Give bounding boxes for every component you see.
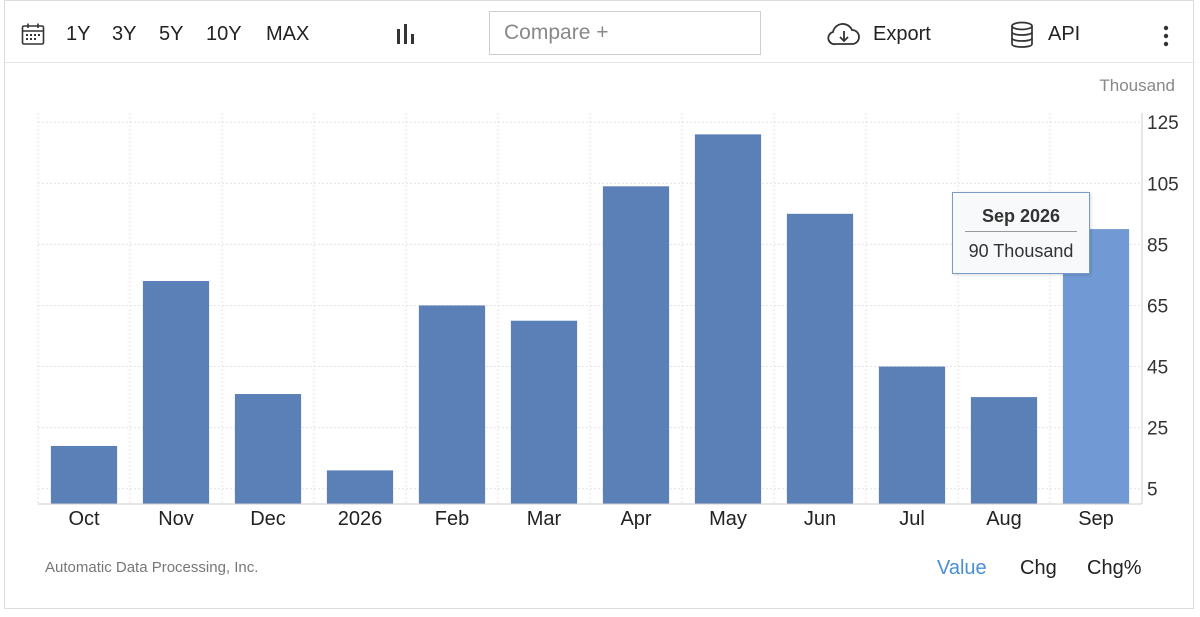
bar xyxy=(786,213,854,504)
tooltip: Sep 2026 90 Thousand xyxy=(952,192,1090,274)
x-tick-label: Mar xyxy=(527,508,562,530)
tooltip-divider xyxy=(965,231,1077,232)
bar xyxy=(694,134,762,504)
x-tick-label: Dec xyxy=(250,508,286,530)
bar xyxy=(970,397,1038,504)
range-1y-button[interactable]: 1Y xyxy=(66,23,90,46)
database-icon[interactable] xyxy=(1010,21,1034,54)
unit-label: Thousand xyxy=(1099,76,1175,95)
tooltip-value: 90 Thousand xyxy=(968,241,1074,261)
compare-field[interactable] xyxy=(489,11,761,55)
toolbar: 1Y 3Y 5Y 10Y MAX Export xyxy=(5,1,1195,63)
bar xyxy=(418,305,486,504)
bar xyxy=(602,186,670,504)
x-tick-label: Sep xyxy=(1078,508,1114,530)
x-tick-label: Feb xyxy=(435,508,469,530)
chart-widget: 1Y 3Y 5Y 10Y MAX Export xyxy=(4,0,1195,609)
range-5y-button[interactable]: 5Y xyxy=(159,23,183,46)
source-label: Automatic Data Processing, Inc. xyxy=(45,559,259,576)
y-tick-label: 65 xyxy=(1147,296,1168,317)
x-tick-label: Jul xyxy=(899,508,925,530)
tooltip-title: Sep 2026 xyxy=(981,206,1061,226)
y-tick-label: 5 xyxy=(1147,480,1158,501)
x-tick-label: 2026 xyxy=(338,508,383,530)
y-tick-label: 45 xyxy=(1147,358,1168,379)
x-tick-label: Jun xyxy=(804,508,836,530)
bar xyxy=(142,281,210,504)
tab-value[interactable]: Value xyxy=(937,557,987,580)
y-tick-label: 85 xyxy=(1147,235,1168,256)
tab-chg[interactable]: Chg xyxy=(1020,557,1057,580)
bar xyxy=(326,470,394,504)
compare-input[interactable] xyxy=(502,12,756,54)
cloud-download-icon[interactable] xyxy=(827,22,861,53)
x-tick-label: Nov xyxy=(158,508,194,530)
range-max-button[interactable]: MAX xyxy=(266,23,309,46)
more-options-icon[interactable] xyxy=(1162,25,1170,52)
y-tick-label: 125 xyxy=(1147,113,1179,134)
export-button[interactable]: Export xyxy=(873,23,931,46)
calendar-icon[interactable] xyxy=(21,22,45,51)
bar xyxy=(878,366,946,504)
bar xyxy=(50,445,118,504)
bar xyxy=(510,320,578,504)
bar xyxy=(234,394,302,504)
chart-type-icon[interactable] xyxy=(395,23,417,50)
x-tick-label: Aug xyxy=(986,508,1022,530)
y-tick-label: 25 xyxy=(1147,419,1168,440)
x-tick-label: Oct xyxy=(68,508,100,530)
tab-chg-percent[interactable]: Chg% xyxy=(1087,557,1141,580)
x-tick-label: May xyxy=(709,508,747,530)
api-button[interactable]: API xyxy=(1048,23,1080,46)
y-tick-label: 105 xyxy=(1147,174,1179,195)
bar-chart: Thousand 5 25 45 65 85 105 125 Oct Nov Dec 2026 Feb M… xyxy=(37,76,1179,530)
x-tick-label: Apr xyxy=(620,508,651,530)
range-10y-button[interactable]: 10Y xyxy=(206,23,242,46)
range-3y-button[interactable]: 3Y xyxy=(112,23,136,46)
